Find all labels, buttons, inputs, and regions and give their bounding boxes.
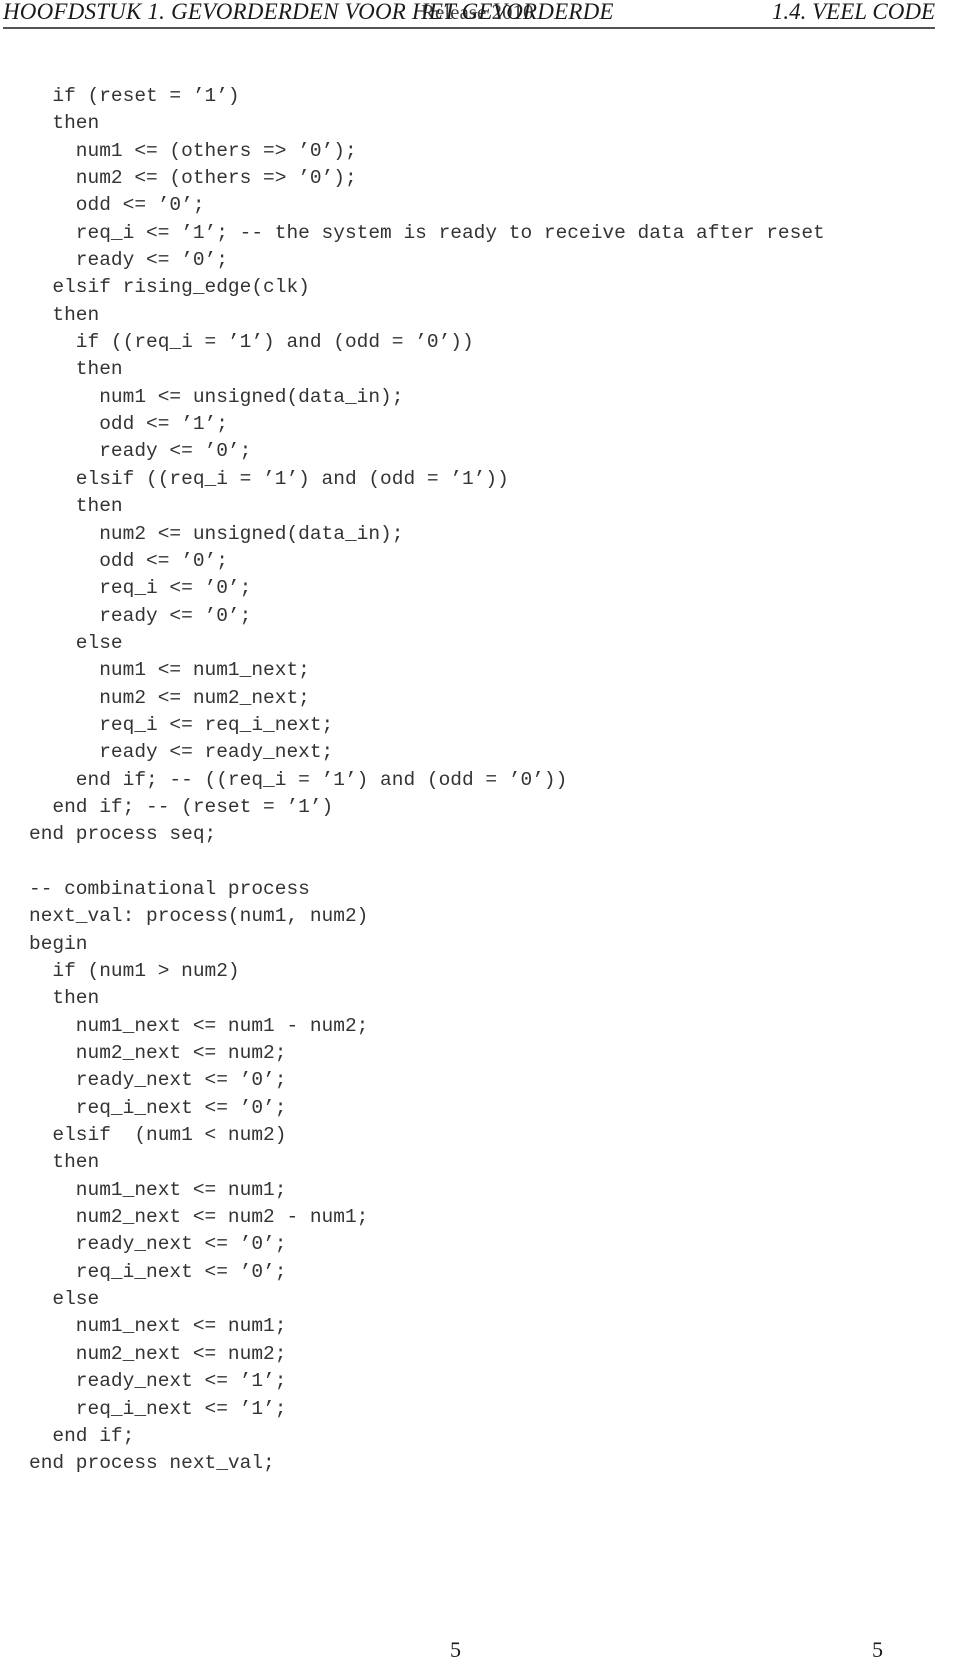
page-number-outer: 5 — [872, 1637, 883, 1662]
code-line: elsif ((req_i = ’1’) and (odd = ’1’)) — [29, 467, 509, 490]
code-line: num2_next <= num2; — [29, 1342, 287, 1365]
code-line: ready_next <= ’0’; — [29, 1233, 287, 1256]
code-line: end if; -- ((req_i = ’1’) and (odd = ’0’… — [29, 768, 568, 791]
code-line: end process next_val; — [29, 1452, 275, 1475]
code-line: end process seq; — [29, 823, 217, 846]
code-line: end if; -- (reset = ’1’) — [29, 795, 334, 818]
code-line: num2_next <= num2 - num1; — [29, 1206, 369, 1229]
code-line: then — [29, 358, 123, 381]
code-line: odd <= ’1’; — [29, 413, 228, 436]
code-line: num2_next <= num2; — [29, 1042, 287, 1065]
code-line: odd <= ’0’; — [29, 549, 228, 572]
code-line: ready_next <= ’1’; — [29, 1370, 287, 1393]
code-line: num2 <= (others => ’0’); — [29, 167, 357, 190]
code-line: then — [29, 1151, 100, 1174]
code-line: req_i_next <= ’1’; — [29, 1397, 287, 1420]
code-line: ready <= ’0’; — [29, 249, 228, 272]
code-line: if (reset = ’1’) — [29, 85, 240, 107]
code-line: num1_next <= num1 - num2; — [29, 1014, 369, 1037]
code-line: elsif (num1 < num2) — [29, 1124, 287, 1147]
code-listing: if (reset = ’1’) then num1 <= (others =>… — [29, 83, 825, 1478]
code-line: num1 <= num1_next; — [29, 659, 310, 682]
release-label: Release 2010 — [421, 0, 534, 24]
code-line: ready <= ready_next; — [29, 741, 334, 764]
code-line: end if; — [29, 1424, 135, 1447]
code-line: num1 <= unsigned(data_in); — [29, 385, 404, 408]
code-line: else — [29, 1288, 100, 1311]
running-header: HOOFDSTUK 1. GEVORDERDEN VOOR HET GEVORD… — [3, 0, 935, 29]
section-title: 1.4. VEEL CODE — [771, 0, 935, 24]
code-line: req_i <= ’0’; — [29, 577, 252, 600]
code-line: odd <= ’0’; — [29, 194, 205, 217]
code-line: ready_next <= ’0’; — [29, 1069, 287, 1092]
code-line: then — [29, 495, 123, 518]
code-line: num2 <= unsigned(data_in); — [29, 522, 404, 545]
code-line: then — [29, 112, 100, 135]
code-line: next_val: process(num1, num2) — [29, 905, 369, 928]
code-line: begin — [29, 932, 88, 955]
code-line: then — [29, 987, 100, 1010]
code-line: req_i_next <= ’0’; — [29, 1096, 287, 1119]
code-line: ready <= ’0’; — [29, 604, 252, 627]
code-line: if (num1 > num2) — [29, 960, 240, 982]
code-line: req_i <= req_i_next; — [29, 713, 334, 736]
code-line: num1 <= (others => ’0’); — [29, 139, 357, 162]
code-line: ready <= ’0’; — [29, 440, 252, 463]
code-line: req_i <= ’1’; -- the system is ready to … — [29, 221, 825, 244]
code-line: then — [29, 303, 100, 326]
code-line: num1_next <= num1; — [29, 1178, 287, 1201]
code-comment-line: -- combinational process — [29, 877, 310, 900]
code-line: req_i_next <= ’0’; — [29, 1260, 287, 1283]
code-line: num2 <= num2_next; — [29, 686, 310, 709]
code-line: num1_next <= num1; — [29, 1315, 287, 1338]
code-line: elsif rising_edge(clk) — [29, 276, 310, 299]
code-line: if ((req_i = ’1’) and (odd = ’0’)) — [29, 331, 474, 354]
page-number: 5 — [450, 1637, 461, 1662]
code-line: else — [29, 631, 123, 654]
